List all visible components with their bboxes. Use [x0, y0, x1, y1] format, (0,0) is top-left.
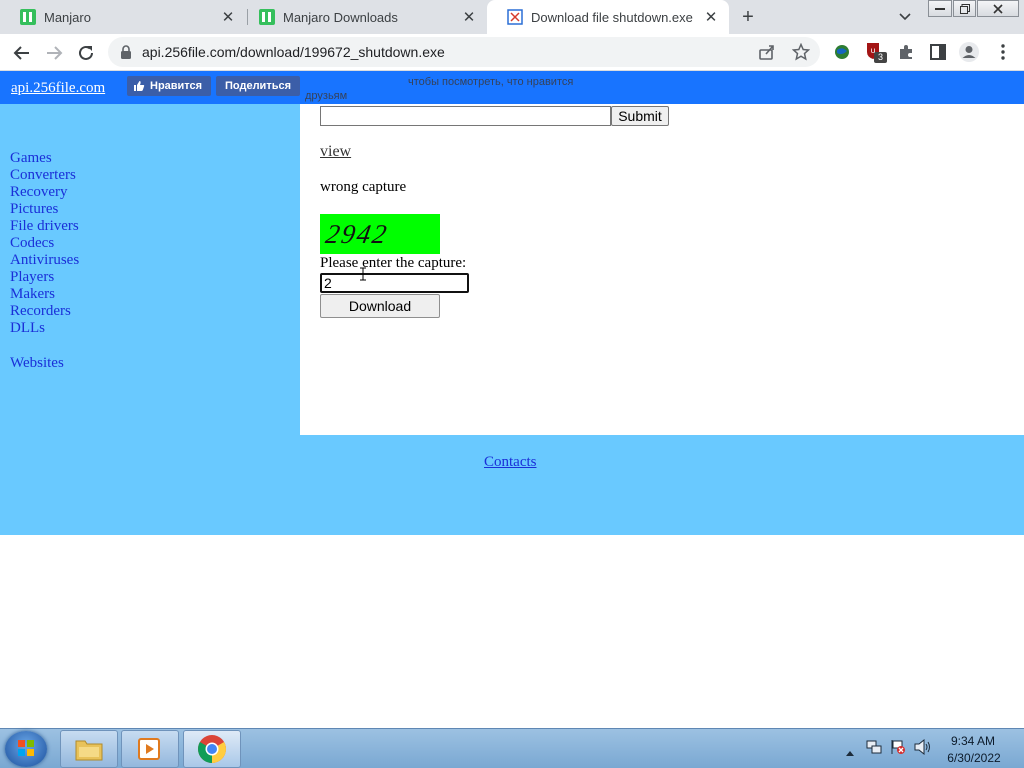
extension-shield-icon[interactable]: u 3 — [862, 39, 888, 65]
tab-search-chevron-icon[interactable] — [894, 6, 916, 28]
taskbar-chrome-button[interactable] — [183, 730, 241, 768]
extension-badge: 3 — [874, 52, 887, 63]
text-cursor-icon — [360, 267, 366, 281]
address-bar[interactable]: api.256file.com/download/199672_shutdown… — [108, 37, 820, 67]
profile-avatar-icon[interactable] — [956, 39, 982, 65]
view-link[interactable]: view — [320, 143, 351, 161]
site-footer: Contacts — [0, 435, 1024, 535]
tab-download-file[interactable]: Download file shutdown.exe ✕ — [487, 0, 729, 34]
captcha-input[interactable]: 2 — [320, 273, 469, 293]
facebook-note-line2: друзьям — [305, 90, 348, 102]
extensions-puzzle-icon[interactable] — [893, 39, 919, 65]
sidebar-item-makers[interactable]: Makers — [10, 286, 79, 303]
clock-date[interactable]: 6/30/2022 — [945, 751, 1003, 765]
sidebar-item-antiviruses[interactable]: Antiviruses — [10, 252, 79, 269]
category-list: Games Converters Recovery Pictures File … — [10, 150, 79, 372]
site-favicon-icon — [507, 9, 523, 25]
sidebar-item-dlls[interactable]: DLLs — [10, 320, 79, 337]
bookmark-star-icon[interactable] — [791, 42, 811, 66]
tab-close-icon[interactable]: ✕ — [218, 7, 238, 27]
captcha-error-message: wrong capture — [320, 179, 407, 195]
action-center-flag-icon[interactable] — [890, 739, 906, 760]
tab-manjaro-downloads[interactable]: Manjaro Downloads ✕ — [239, 0, 487, 34]
captcha-image: 2942 — [320, 214, 440, 254]
media-player-icon — [138, 738, 160, 760]
download-panel: Submit view wrong capture 2942 Please en… — [300, 104, 1024, 435]
browser-menu-icon[interactable] — [990, 39, 1016, 65]
taskbar-media-player-button[interactable] — [121, 730, 179, 768]
contacts-link[interactable]: Contacts — [484, 454, 537, 471]
captcha-code: 2942 — [323, 218, 391, 249]
extension-globe-icon[interactable] — [829, 39, 855, 65]
start-button[interactable] — [5, 731, 47, 767]
tab-title: Download file shutdown.exe — [531, 9, 693, 25]
taskbar-explorer-button[interactable] — [60, 730, 118, 768]
download-button[interactable]: Download — [320, 294, 440, 318]
back-button[interactable] — [8, 39, 36, 67]
sidebar-item-websites[interactable]: Websites — [10, 355, 79, 372]
search-input[interactable] — [320, 106, 611, 126]
new-tab-button[interactable]: + — [736, 5, 760, 29]
facebook-share-button[interactable]: Поделиться — [216, 76, 300, 96]
chrome-icon — [198, 735, 226, 763]
side-panel-icon[interactable] — [925, 39, 951, 65]
tab-title: Manjaro — [44, 9, 91, 25]
minimize-button[interactable] — [928, 0, 952, 17]
taskbar: 9:34 AM 6/30/2022 — [0, 728, 1024, 768]
tab-strip: Manjaro ✕ Manjaro Downloads ✕ Download f… — [0, 0, 1024, 34]
thumbs-up-icon — [134, 81, 145, 91]
site-header: api.256file.com Нравится Поделиться чтоб… — [0, 71, 1024, 104]
site-home-link[interactable]: api.256file.com — [11, 80, 105, 97]
manjaro-icon — [20, 9, 36, 25]
sidebar-item-recorders[interactable]: Recorders — [10, 303, 79, 320]
submit-button[interactable]: Submit — [611, 106, 669, 126]
tab-title: Manjaro Downloads — [283, 9, 398, 25]
sidebar-item-recovery[interactable]: Recovery — [10, 184, 79, 201]
manjaro-icon — [259, 9, 275, 25]
lock-icon[interactable] — [120, 45, 132, 64]
network-icon[interactable] — [866, 739, 882, 760]
facebook-note-line1: чтобы посмотреть, что нравится — [408, 76, 574, 88]
sidebar-item-players[interactable]: Players — [10, 269, 79, 286]
sidebar-item-games[interactable]: Games — [10, 150, 79, 167]
share-icon[interactable] — [758, 43, 776, 66]
sidebar-item-converters[interactable]: Converters — [10, 167, 79, 184]
tab-close-icon[interactable]: ✕ — [701, 7, 721, 27]
facebook-like-button[interactable]: Нравится — [127, 76, 211, 96]
sidebar-item-pictures[interactable]: Pictures — [10, 201, 79, 218]
restore-button[interactable] — [953, 0, 976, 17]
clock-time[interactable]: 9:34 AM — [950, 734, 996, 748]
forward-button[interactable] — [40, 39, 68, 67]
like-label: Нравится — [150, 80, 203, 92]
url-text[interactable]: api.256file.com/download/199672_shutdown… — [142, 44, 445, 60]
tab-manjaro[interactable]: Manjaro ✕ — [0, 0, 246, 34]
sidebar-item-codecs[interactable]: Codecs — [10, 235, 79, 252]
category-sidebar: Games Converters Recovery Pictures File … — [0, 104, 300, 435]
show-hidden-icons-icon[interactable] — [846, 743, 854, 761]
folder-icon — [75, 740, 103, 761]
tab-close-icon[interactable]: ✕ — [459, 7, 479, 27]
reload-button[interactable] — [72, 39, 100, 67]
browser-toolbar: api.256file.com/download/199672_shutdown… — [0, 34, 1024, 71]
windows-logo-icon — [18, 740, 34, 756]
close-window-button[interactable] — [977, 0, 1019, 17]
captcha-prompt-label: Please enter the capture: — [320, 255, 467, 271]
sidebar-item-file-drivers[interactable]: File drivers — [10, 218, 79, 235]
volume-icon[interactable] — [914, 738, 932, 760]
